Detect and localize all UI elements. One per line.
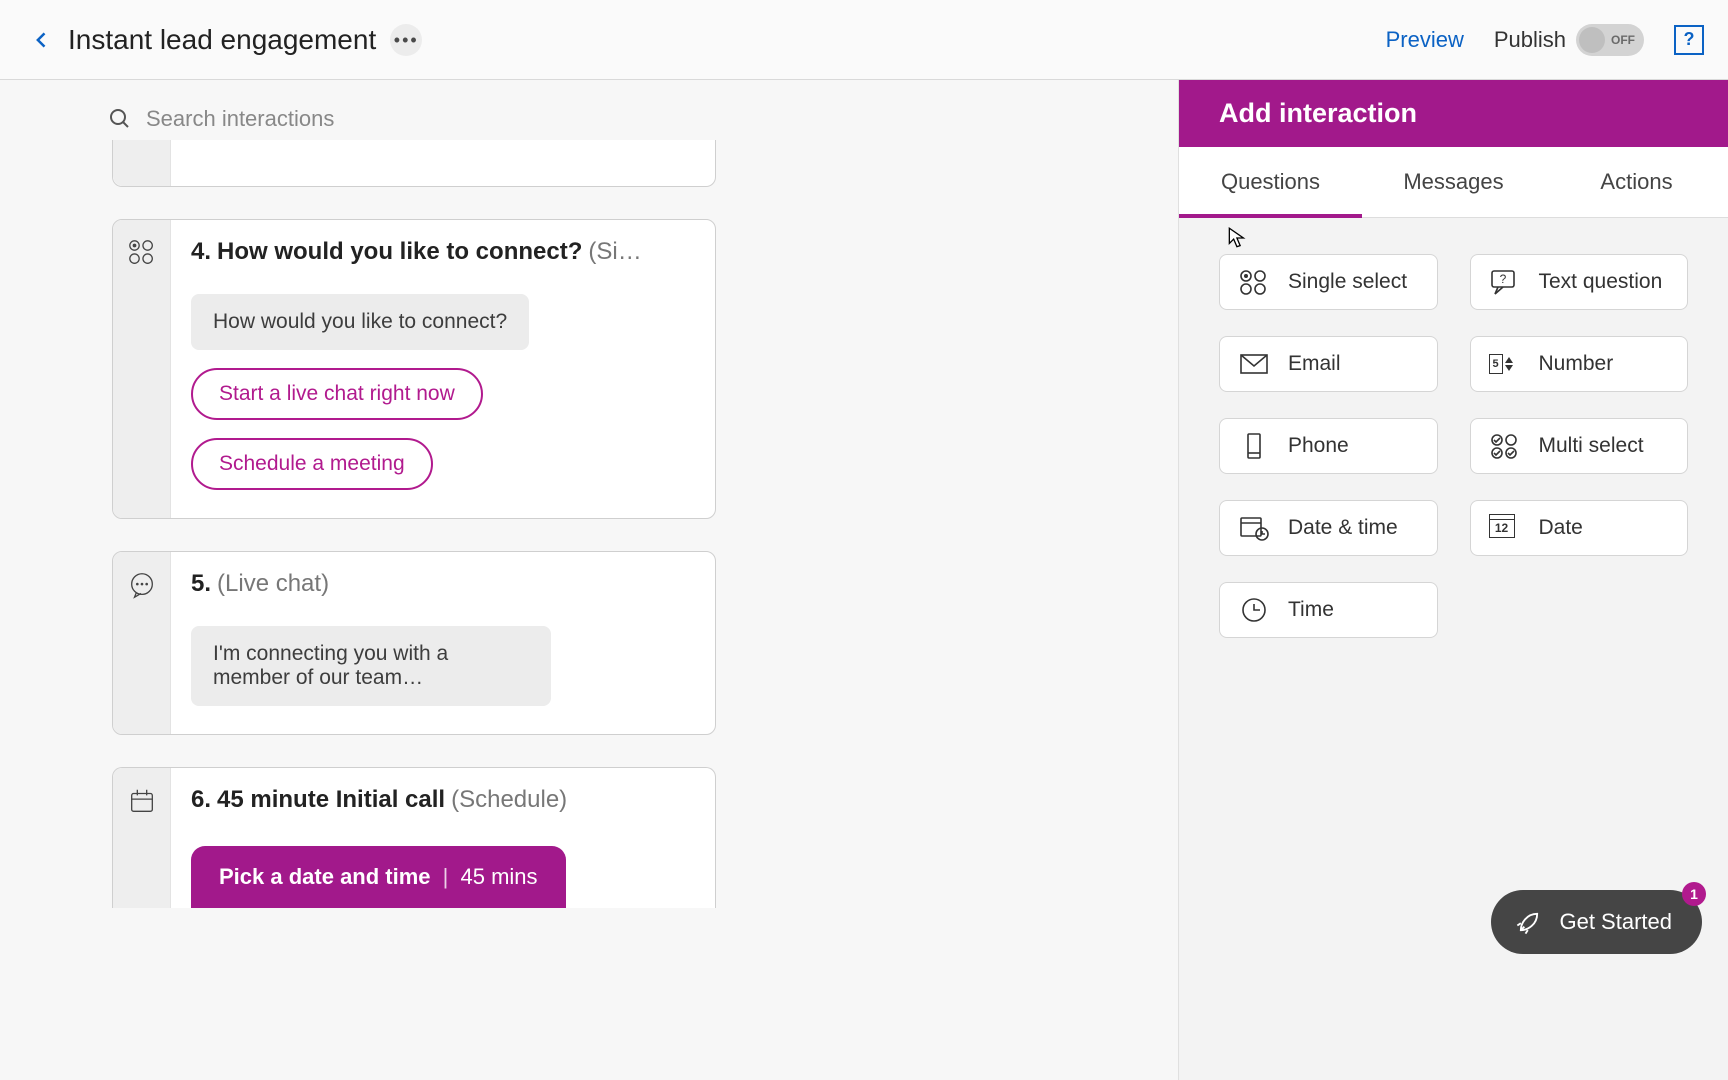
message-bubble: How would you like to connect? [191,294,529,350]
qtype-single-select[interactable]: Single select [1219,254,1438,310]
card-title: 4. How would you like to connect? (Si… [191,238,695,266]
card-gutter [113,140,171,186]
tab-actions[interactable]: Actions [1545,147,1728,217]
card-index: 4. [191,238,211,266]
search-icon [108,107,132,131]
get-started-button[interactable]: Get Started 1 [1491,890,1702,954]
get-started-badge: 1 [1682,882,1706,906]
qtype-label: Multi select [1539,434,1644,458]
interaction-card-5[interactable]: 5. (Live chat) I'm connecting you with a… [112,551,716,735]
publish-label: Publish [1494,27,1566,53]
card-type-meta: (Si… [588,238,641,266]
publish-control: Publish OFF [1494,24,1644,56]
schedule-cta-duration: 45 mins [461,864,538,889]
option-pills: Start a live chat right now Schedule a m… [191,350,695,490]
option-pill[interactable]: Start a live chat right now [191,368,483,420]
card-body: 6. 45 minute Initial call (Schedule) Pic… [171,768,715,908]
rocket-icon [1515,908,1543,936]
card-title: 5. (Live chat) [191,570,695,598]
interaction-card-6[interactable]: 6. 45 minute Initial call (Schedule) Pic… [112,767,716,908]
qtype-email[interactable]: Email [1219,336,1438,392]
tab-messages[interactable]: Messages [1362,147,1545,217]
page-title: Instant lead engagement [68,24,376,56]
card-title-text: How would you like to connect? [217,238,582,266]
qtype-number[interactable]: 5 Number [1470,336,1689,392]
qtype-label: Time [1288,598,1334,622]
card-column: 4. How would you like to connect? (Si… H… [112,140,716,908]
side-panel: Add interaction Questions Messages Actio… [1178,80,1728,1080]
single-select-icon [1238,268,1270,296]
qtype-label: Date [1539,516,1583,540]
qtype-date[interactable]: 12 Date [1470,500,1689,556]
card-body: 4. How would you like to connect? (Si… H… [171,220,715,518]
qtype-label: Number [1539,352,1614,376]
date-icon: 12 [1489,514,1521,542]
qtype-phone[interactable]: Phone [1219,418,1438,474]
qtype-date-time[interactable]: Date & time [1219,500,1438,556]
number-icon: 5 [1489,350,1521,378]
date-time-icon [1238,514,1270,542]
get-started-label: Get Started [1559,909,1672,935]
card-type-meta: (Schedule) [451,786,567,814]
schedule-cta-label: Pick a date and time [219,864,431,889]
qtype-label: Phone [1288,434,1349,458]
multi-select-icon [1489,432,1521,460]
back-button[interactable] [24,22,60,58]
card-title-text: 45 minute Initial call [217,786,445,814]
preview-link[interactable]: Preview [1386,27,1464,53]
search-row [108,106,506,132]
tab-questions[interactable]: Questions [1179,147,1362,217]
publish-toggle[interactable]: OFF [1576,24,1644,56]
more-menu-button[interactable]: ••• [390,24,422,56]
workspace: 4. How would you like to connect? (Si… H… [0,80,1728,1080]
qtype-time[interactable]: Time [1219,582,1438,638]
qtype-multi-select[interactable]: Multi select [1470,418,1689,474]
top-bar: Instant lead engagement ••• Preview Publ… [0,0,1728,80]
phone-icon [1238,432,1270,460]
publish-toggle-state: OFF [1606,24,1640,56]
single-select-icon [127,238,157,268]
panel-title: Add interaction [1179,80,1728,147]
card-type-meta: (Live chat) [217,570,329,598]
question-type-grid: Single select ? Text question Email 5 [1179,218,1728,674]
qtype-label: Date & time [1288,516,1398,540]
schedule-cta-sep: | [443,864,449,889]
card-gutter [113,768,171,908]
card-index: 6. [191,786,211,814]
qtype-label: Single select [1288,270,1407,294]
schedule-cta[interactable]: Pick a date and time | 45 mins [191,846,566,908]
chevron-left-icon [32,26,52,54]
search-input[interactable] [146,106,506,132]
card-gutter [113,220,171,518]
svg-text:?: ? [1499,272,1506,286]
qtype-label: Text question [1539,270,1663,294]
card-index: 5. [191,570,211,598]
message-bubble: I'm connecting you with a member of our … [191,626,551,706]
qtype-label: Email [1288,352,1341,376]
help-button[interactable]: ? [1674,25,1704,55]
chat-icon [127,570,157,600]
panel-tabs: Questions Messages Actions [1179,147,1728,218]
card-stub-prev[interactable] [112,140,716,187]
text-question-icon: ? [1489,268,1521,296]
calendar-icon [127,786,157,816]
canvas: 4. How would you like to connect? (Si… H… [0,80,1178,1080]
card-gutter [113,552,171,734]
clock-icon [1238,596,1270,624]
card-title: 6. 45 minute Initial call (Schedule) [191,786,695,814]
interaction-card-4[interactable]: 4. How would you like to connect? (Si… H… [112,219,716,519]
qtype-text-question[interactable]: ? Text question [1470,254,1689,310]
card-body: 5. (Live chat) I'm connecting you with a… [171,552,715,734]
top-bar-right: Preview Publish OFF ? [1386,24,1704,56]
email-icon [1238,350,1270,378]
option-pill[interactable]: Schedule a meeting [191,438,433,490]
